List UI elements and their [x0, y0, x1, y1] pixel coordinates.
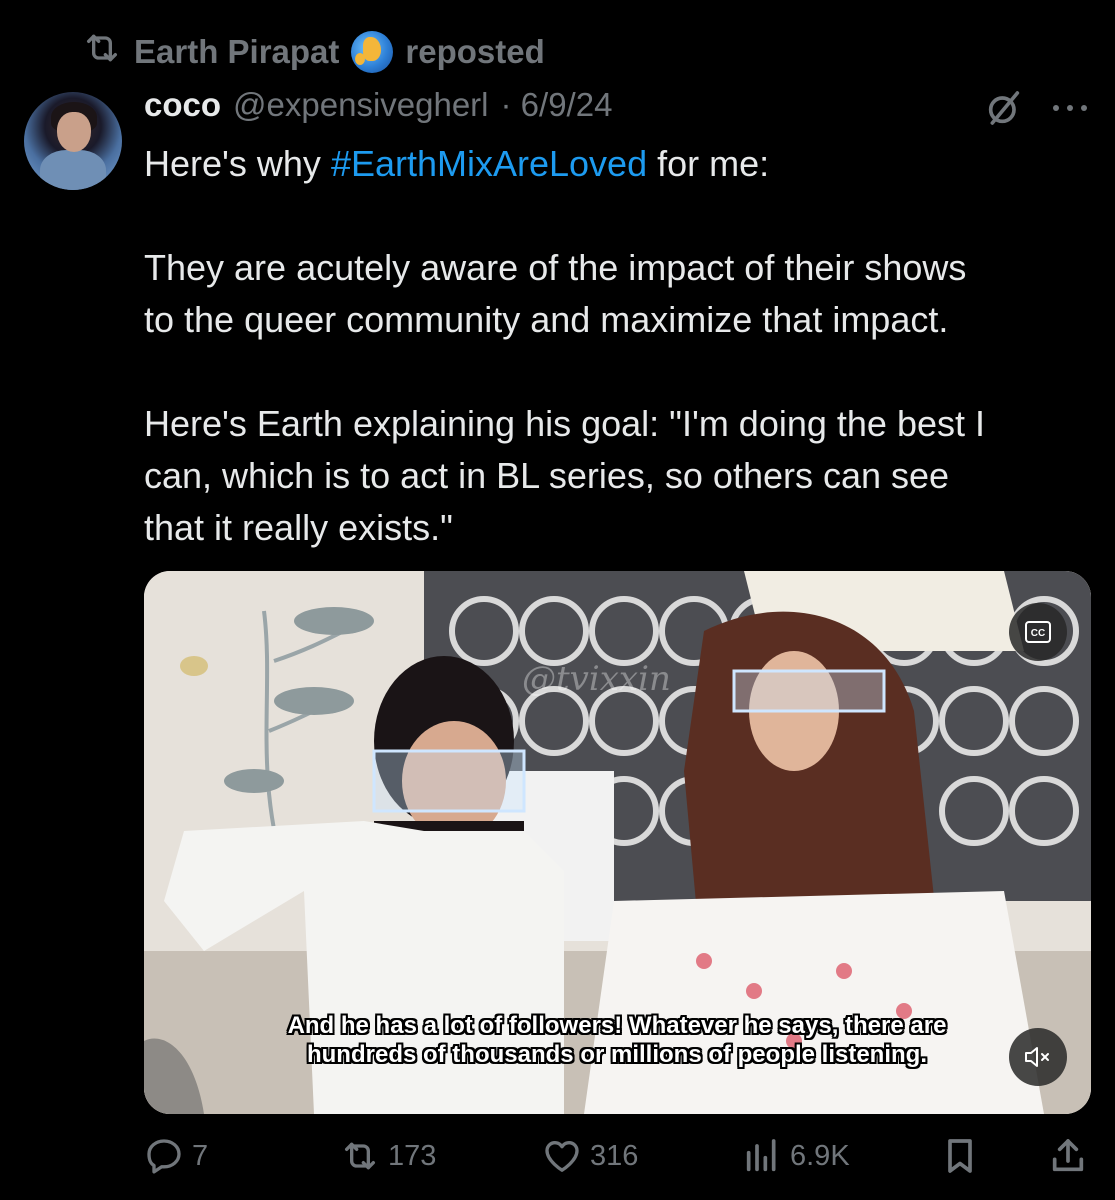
subtitle-line-2: hundreds of thousands or millions of peo… — [306, 1041, 927, 1068]
cc-icon: CC — [1025, 621, 1051, 643]
like-action[interactable]: 316 — [542, 1136, 638, 1176]
reply-count: 7 — [192, 1139, 209, 1172]
video-subtitle: And he has a lot of followers! Whatever … — [144, 1011, 1090, 1069]
author-avatar[interactable] — [24, 92, 122, 190]
video-player[interactable]: @tvixxin CC And he has a lot of follower… — [144, 571, 1091, 1114]
author-name[interactable]: coco — [144, 86, 221, 124]
cc-label: CC — [1031, 628, 1045, 639]
bookmark-action[interactable] — [940, 1136, 980, 1176]
tweet-date[interactable]: · 6/9/24 — [501, 86, 613, 124]
like-count: 316 — [590, 1139, 639, 1172]
grok-icon[interactable] — [984, 88, 1024, 128]
more-options-icon[interactable] — [1050, 98, 1090, 118]
share-icon — [1052, 1139, 1084, 1172]
video-watermark: @tvixxin — [522, 659, 671, 699]
reply-icon — [147, 1139, 181, 1174]
repost-user-name[interactable]: Earth Pirapat — [134, 33, 339, 71]
repost-icon — [82, 28, 122, 76]
tweet-paragraph-3: Here's Earth explaining his goal: "I'm d… — [144, 403, 985, 548]
views-action[interactable]: 6.9K — [742, 1136, 850, 1176]
tweet-text: Here's why #EarthMixAreLoved for me: The… — [144, 138, 1094, 554]
repost-count: 173 — [388, 1139, 437, 1172]
tweet-text-intro: Here's why — [144, 143, 331, 184]
tweet-actions: 7 173 316 6.9K — [144, 1136, 1090, 1184]
subtitle-line-1: And he has a lot of followers! Whatever … — [287, 1012, 947, 1039]
mute-button[interactable] — [1009, 1028, 1067, 1086]
hashtag-link[interactable]: #EarthMixAreLoved — [331, 143, 647, 184]
speaker-muted-icon — [1025, 1047, 1049, 1067]
tweet-paragraph-2: They are acutely aware of the impact of … — [144, 247, 967, 340]
globe-icon — [351, 31, 394, 73]
repost-indicator[interactable]: Earth Pirapat reposted — [82, 28, 545, 76]
heart-icon — [545, 1141, 579, 1172]
repost-icon — [345, 1142, 375, 1170]
reply-action[interactable]: 7 — [144, 1136, 208, 1176]
bookmark-icon — [948, 1139, 972, 1173]
repost-action[interactable]: 173 — [340, 1136, 436, 1176]
views-chart-icon — [746, 1139, 776, 1172]
author-handle[interactable]: @expensivegherl — [233, 86, 488, 124]
repost-label: reposted — [405, 33, 545, 70]
view-count: 6.9K — [790, 1139, 850, 1172]
tweet-header: coco @expensivegherl · 6/9/24 — [144, 86, 612, 124]
tweet-text-intro-end: for me: — [647, 143, 770, 184]
captions-button[interactable]: CC — [1009, 603, 1067, 661]
share-action[interactable] — [1048, 1136, 1088, 1176]
